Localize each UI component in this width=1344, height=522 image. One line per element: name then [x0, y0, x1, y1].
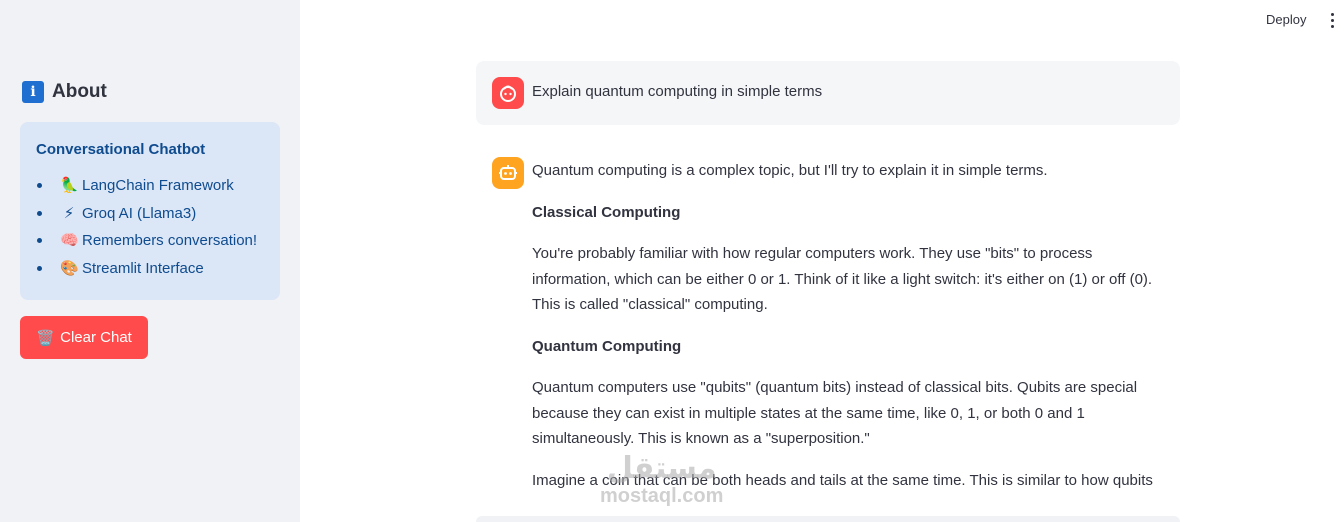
message-heading: Classical Computing	[532, 203, 681, 221]
clear-chat-label: Clear Chat	[60, 329, 132, 346]
parrot-icon: 🦜	[60, 176, 79, 194]
message-paragraph: You're probably familiar with how regula…	[532, 245, 1153, 313]
info-icon: i	[22, 81, 44, 103]
chat-input-edge	[476, 516, 1180, 522]
trash-icon: 🗑️	[36, 328, 55, 347]
message-heading: Quantum Computing	[532, 337, 682, 355]
app-root: i About Conversational Chatbot 🦜 LangChai…	[0, 0, 1344, 522]
list-item-label: Streamlit Interface	[82, 259, 204, 277]
lightning-icon: ⚡	[63, 203, 75, 222]
list-item: ⚡ Groq AI (Llama3)	[36, 203, 264, 231]
feature-list: 🦜 LangChain Framework ⚡ Groq AI (Llama3) 🧠…	[36, 175, 264, 285]
message-paragraph: Quantum computers use "qubits" (quantum …	[532, 379, 1138, 447]
more-vertical-icon[interactable]	[1325, 10, 1339, 30]
list-item: 🧠 Remembers conversation!	[36, 230, 264, 258]
brain-icon: 🧠	[60, 231, 79, 249]
info-box: Conversational Chatbot 🦜 LangChain Framew…	[20, 122, 280, 300]
message-paragraph: Imagine a coin that can be both heads an…	[532, 471, 1153, 489]
list-item-label: Groq AI (Llama3)	[82, 204, 197, 222]
user-message-text: Explain quantum computing in simple term…	[532, 83, 823, 100]
sidebar: i About Conversational Chatbot 🦜 LangChai…	[0, 0, 300, 522]
palette-icon: 🎨	[60, 258, 79, 277]
list-item: 🦜 LangChain Framework	[36, 175, 264, 203]
user-face-icon	[492, 77, 524, 109]
assistant-message: Quantum computing is a complex topic, bu…	[532, 158, 1172, 509]
clear-chat-button[interactable]: 🗑️ Clear Chat	[20, 316, 148, 359]
deploy-button[interactable]: Deploy	[1260, 10, 1312, 29]
user-message: Explain quantum computing in simple term…	[476, 61, 1180, 125]
robot-icon	[492, 157, 524, 189]
info-title: Conversational Chatbot	[36, 141, 206, 158]
message-paragraph: Quantum computing is a complex topic, bu…	[532, 162, 1048, 179]
list-item-label: LangChain Framework	[82, 177, 234, 194]
about-title: About	[52, 81, 107, 102]
list-item-label: Remembers conversation!	[82, 232, 258, 249]
about-heading: i About	[22, 81, 107, 103]
list-item: 🎨 Streamlit Interface	[36, 258, 264, 286]
